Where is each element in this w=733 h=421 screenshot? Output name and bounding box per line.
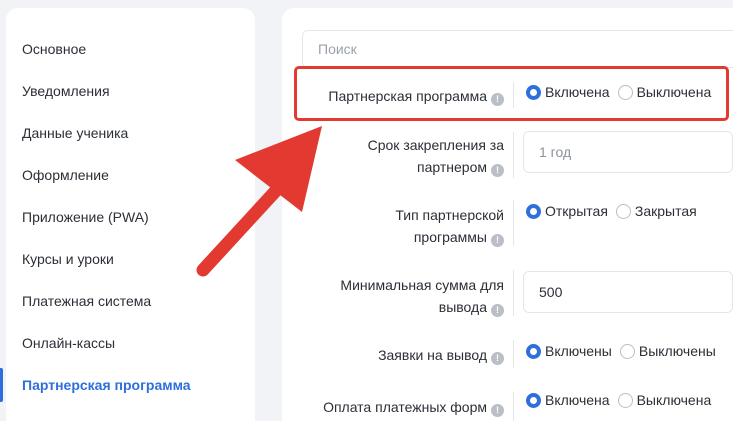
arrow-icon xyxy=(196,126,322,277)
